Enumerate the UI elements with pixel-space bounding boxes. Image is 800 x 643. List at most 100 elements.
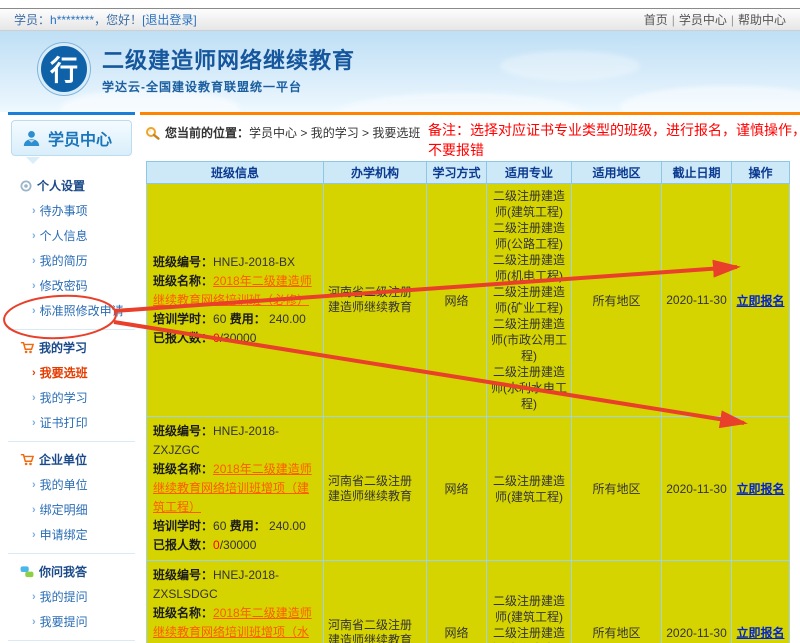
enrolled-count: 0	[213, 331, 220, 345]
class-info-cell: 班级编号：HNEJ-2018-ZXSLSDGC班级名称：2018年二级建造师继续…	[147, 561, 324, 643]
sidebar-item-label: 我要选班	[40, 364, 88, 381]
region-cell: 所有地区	[572, 561, 662, 643]
topbar-user-area: 学员：h********，您好！[退出登录]	[14, 11, 197, 28]
sidebar-menu: 个人设置›待办事项›个人信息›我的简历›修改密码›标准照修改申请我的学习›我要选…	[8, 164, 135, 643]
chevron-right-icon: ›	[32, 305, 36, 317]
sidebar-item[interactable]: ›我的简历	[8, 248, 135, 273]
topnav-link[interactable]: 首页	[644, 11, 668, 28]
sidebar-header: 学员中心	[11, 120, 132, 156]
sidebar-section: 我的学习›我要选班›我的学习›证书打印	[8, 330, 135, 442]
topnav-link[interactable]: 学员中心	[679, 11, 727, 28]
sidebar-item[interactable]: › 我的学习	[8, 385, 135, 410]
breadcrumb-row: 您当前的位置：学员中心 > 我的学习 > 我要选班 备注：选择对应证书专业类型的…	[145, 115, 790, 161]
class-name-line: 班级名称：2018年二级建造师继续教育网络培训班增项（水利水电工程）	[153, 604, 317, 643]
region-cell: 所有地区	[572, 184, 662, 417]
sidebar-item[interactable]: › 我的单位	[8, 472, 135, 497]
chevron-right-icon: ›	[32, 230, 36, 242]
sidebar-item-label: 我的提问	[40, 588, 88, 605]
class-hours-line: 培训学时：60 费用： 240.00	[153, 310, 317, 329]
hours-value: 60	[213, 519, 230, 533]
sidebar-item-label: 我的单位	[40, 476, 88, 493]
table-row: 班级编号：HNEJ-2018-BX班级名称：2018年二级建造师继续教育网络培训…	[147, 184, 790, 417]
apply-link[interactable]: 立即报名	[736, 294, 784, 308]
sidebar-item[interactable]: ›标准照修改申请	[8, 298, 135, 323]
class-hours-line: 培训学时：60 费用： 240.00	[153, 517, 317, 536]
enrolled-label: 已报人数：	[153, 538, 213, 552]
topnav-link[interactable]: 帮助中心	[738, 11, 786, 28]
mode-cell: 网络	[427, 561, 487, 643]
topnav-separator: |	[672, 13, 675, 27]
sidebar-item[interactable]: ›待办事项	[8, 198, 135, 223]
logo-icon: 行	[38, 43, 90, 95]
sidebar-section-label: 企业单位	[39, 451, 87, 468]
org-cell: 河南省二级注册建造师继续教育	[324, 561, 427, 643]
chevron-right-icon: ›	[32, 392, 36, 404]
top-margin	[0, 0, 800, 8]
fee-label: 费用：	[230, 519, 266, 533]
column-header: 班级信息	[147, 162, 324, 184]
deadline-cell: 2020-11-30	[662, 417, 732, 561]
chat-icon	[20, 566, 34, 578]
sidebar-section: 个人设置›待办事项›个人信息›我的简历›修改密码›标准照修改申请	[8, 168, 135, 330]
column-header: 适用地区	[572, 162, 662, 184]
class-name-label: 班级名称：	[153, 274, 213, 288]
sidebar-item[interactable]: ›修改密码	[8, 273, 135, 298]
sidebar-item-label: 申请绑定	[40, 526, 88, 543]
sidebar-item-label: 修改密码	[40, 277, 88, 294]
sidebar-item[interactable]: ›我的提问	[8, 584, 135, 609]
sidebar-section-label: 你问我答	[39, 563, 87, 580]
capacity-value: /30000	[220, 538, 257, 552]
apply-link[interactable]: 立即报名	[736, 626, 784, 640]
region-cell: 所有地区	[572, 417, 662, 561]
hours-value: 60	[213, 312, 230, 326]
class-name-label: 班级名称：	[153, 606, 213, 620]
chevron-right-icon: ›	[32, 616, 36, 628]
majors-cell: 二级注册建造师(建筑工程)二级注册建造师(水利水电工程)	[487, 561, 572, 643]
sidebar-item[interactable]: ›绑定明细	[8, 497, 135, 522]
enrolled-count: 0	[213, 538, 220, 552]
sidebar-item[interactable]: ›我要选班	[8, 360, 135, 385]
apply-link[interactable]: 立即报名	[736, 482, 784, 496]
cloud-decoration	[500, 51, 640, 81]
sidebar-section: 企业单位›我的单位›绑定明细›申请绑定	[8, 442, 135, 554]
mode-cell: 网络	[427, 417, 487, 561]
table-body: 班级编号：HNEJ-2018-BX班级名称：2018年二级建造师继续教育网络培训…	[147, 184, 790, 643]
class-name-label: 班级名称：	[153, 462, 213, 476]
class-info-cell: 班级编号：HNEJ-2018-ZXJZGC班级名称：2018年二级建造师继续教育…	[147, 417, 324, 561]
cart-icon	[20, 453, 34, 466]
sidebar-item-label: 证书打印	[40, 414, 88, 431]
org-cell: 河南省二级注册建造师继续教育	[324, 184, 427, 417]
table-row: 班级编号：HNEJ-2018-ZXSLSDGC班级名称：2018年二级建造师继续…	[147, 561, 790, 643]
username-link[interactable]: h********	[50, 13, 94, 27]
topbar: 学员：h********，您好！[退出登录] 首页|学员中心|帮助中心	[0, 8, 800, 31]
majors-cell: 二级注册建造师(建筑工程)二级注册建造师(公路工程)二级注册建造师(机电工程)二…	[487, 184, 572, 417]
class-code-line: 班级编号：HNEJ-2018-BX	[153, 253, 317, 272]
major-item: 二级注册建造师(公路工程)	[488, 220, 570, 252]
sidebar-item[interactable]: › 申请绑定	[8, 522, 135, 547]
main-panel: 您当前的位置：学员中心 > 我的学习 > 我要选班 备注：选择对应证书专业类型的…	[140, 112, 800, 643]
class-name-line: 班级名称：2018年二级建造师继续教育网络培训班（必修）	[153, 272, 317, 310]
class-code-value: HNEJ-2018-BX	[213, 255, 295, 269]
major-item: 二级注册建造师(矿业工程)	[488, 284, 570, 316]
sidebar-item[interactable]: ›证书打印	[8, 410, 135, 435]
sidebar-section-header: 企业单位	[8, 447, 135, 472]
page: 学员：h********，您好！[退出登录] 首页|学员中心|帮助中心 行 二级…	[0, 0, 800, 643]
major-item: 二级注册建造师(机电工程)	[488, 252, 570, 284]
class-code-label: 班级编号：	[153, 255, 213, 269]
class-info-cell: 班级编号：HNEJ-2018-BX班级名称：2018年二级建造师继续教育网络培训…	[147, 184, 324, 417]
action-cell: 立即报名	[732, 561, 790, 643]
chevron-right-icon: ›	[32, 529, 36, 541]
fee-value: 240.00	[266, 519, 306, 533]
topbar-nav: 首页|学员中心|帮助中心	[644, 11, 786, 28]
sidebar: 学员中心 个人设置›待办事项›个人信息›我的简历›修改密码›标准照修改申请我的学…	[8, 112, 135, 643]
sidebar-item-label: 我的学习	[40, 389, 88, 406]
column-header: 办学机构	[324, 162, 427, 184]
sidebar-item-label: 我要提问	[40, 613, 88, 630]
logout-link[interactable]: [退出登录]	[142, 13, 197, 27]
chevron-right-icon: ›	[32, 479, 36, 491]
cloud-decoration	[330, 93, 590, 112]
chevron-right-icon: ›	[32, 255, 36, 267]
sidebar-item[interactable]: › 我要提问	[8, 609, 135, 634]
site-subtitle: 学达云-全国建设教育联盟统一平台	[102, 78, 355, 95]
sidebar-item[interactable]: ›个人信息	[8, 223, 135, 248]
